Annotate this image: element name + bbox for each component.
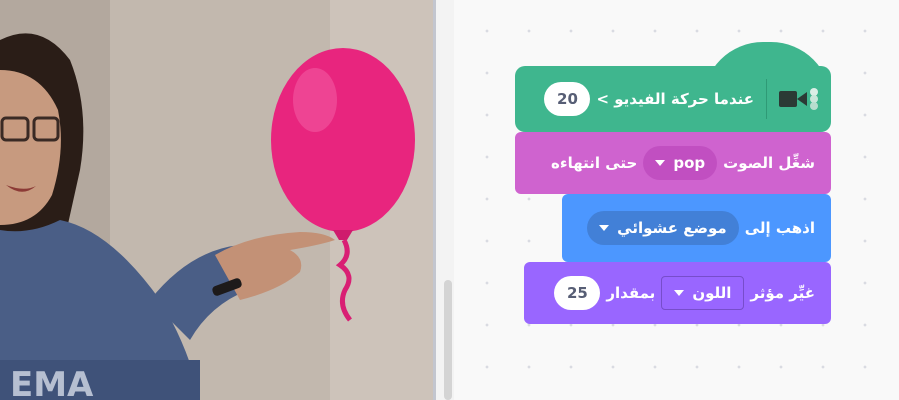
chevron-down-icon [674, 290, 685, 296]
sound-dropdown[interactable]: pop [643, 146, 718, 180]
camera-image: EMA [0, 0, 433, 400]
effect-dropdown[interactable]: اللون [661, 276, 745, 310]
change-effect-block[interactable]: غيِّر مؤثر اللون بمقدار 25 [524, 262, 831, 324]
chevron-down-icon [599, 225, 610, 231]
play-sound-label: شغِّل الصوت [723, 154, 815, 172]
effect-dropdown-value: اللون [692, 284, 732, 302]
go-to-block[interactable]: اذهب إلى موضع عشوائي [562, 194, 831, 262]
sound-dropdown-value: pop [673, 154, 706, 172]
go-to-target-dropdown[interactable]: موضع عشوائي [587, 211, 739, 245]
video-camera-icon [779, 84, 819, 114]
play-sound-block[interactable]: شغِّل الصوت pop حتى انتهاءه [515, 132, 831, 194]
motion-threshold-input[interactable]: 20 [544, 82, 591, 116]
hat-block-body[interactable]: عندما حركة الفيديو > 20 [515, 66, 831, 132]
go-to-label: اذهب إلى [744, 219, 815, 237]
until-done-label: حتى انتهاءه [551, 154, 638, 172]
scrollbar-thumb[interactable] [444, 280, 452, 400]
effect-amount-input[interactable]: 25 [554, 276, 601, 310]
hat-block-separator [766, 79, 767, 119]
svg-text:EMA: EMA [10, 365, 94, 400]
go-to-target-value: موضع عشوائي [617, 219, 727, 237]
change-effect-label: غيِّر مؤثر [750, 284, 815, 302]
chevron-down-icon [655, 160, 666, 166]
hat-block-label: عندما حركة الفيديو > [596, 90, 754, 108]
stage-video-feed[interactable]: EMA [0, 0, 433, 400]
by-amount-label: بمقدار [606, 284, 656, 302]
